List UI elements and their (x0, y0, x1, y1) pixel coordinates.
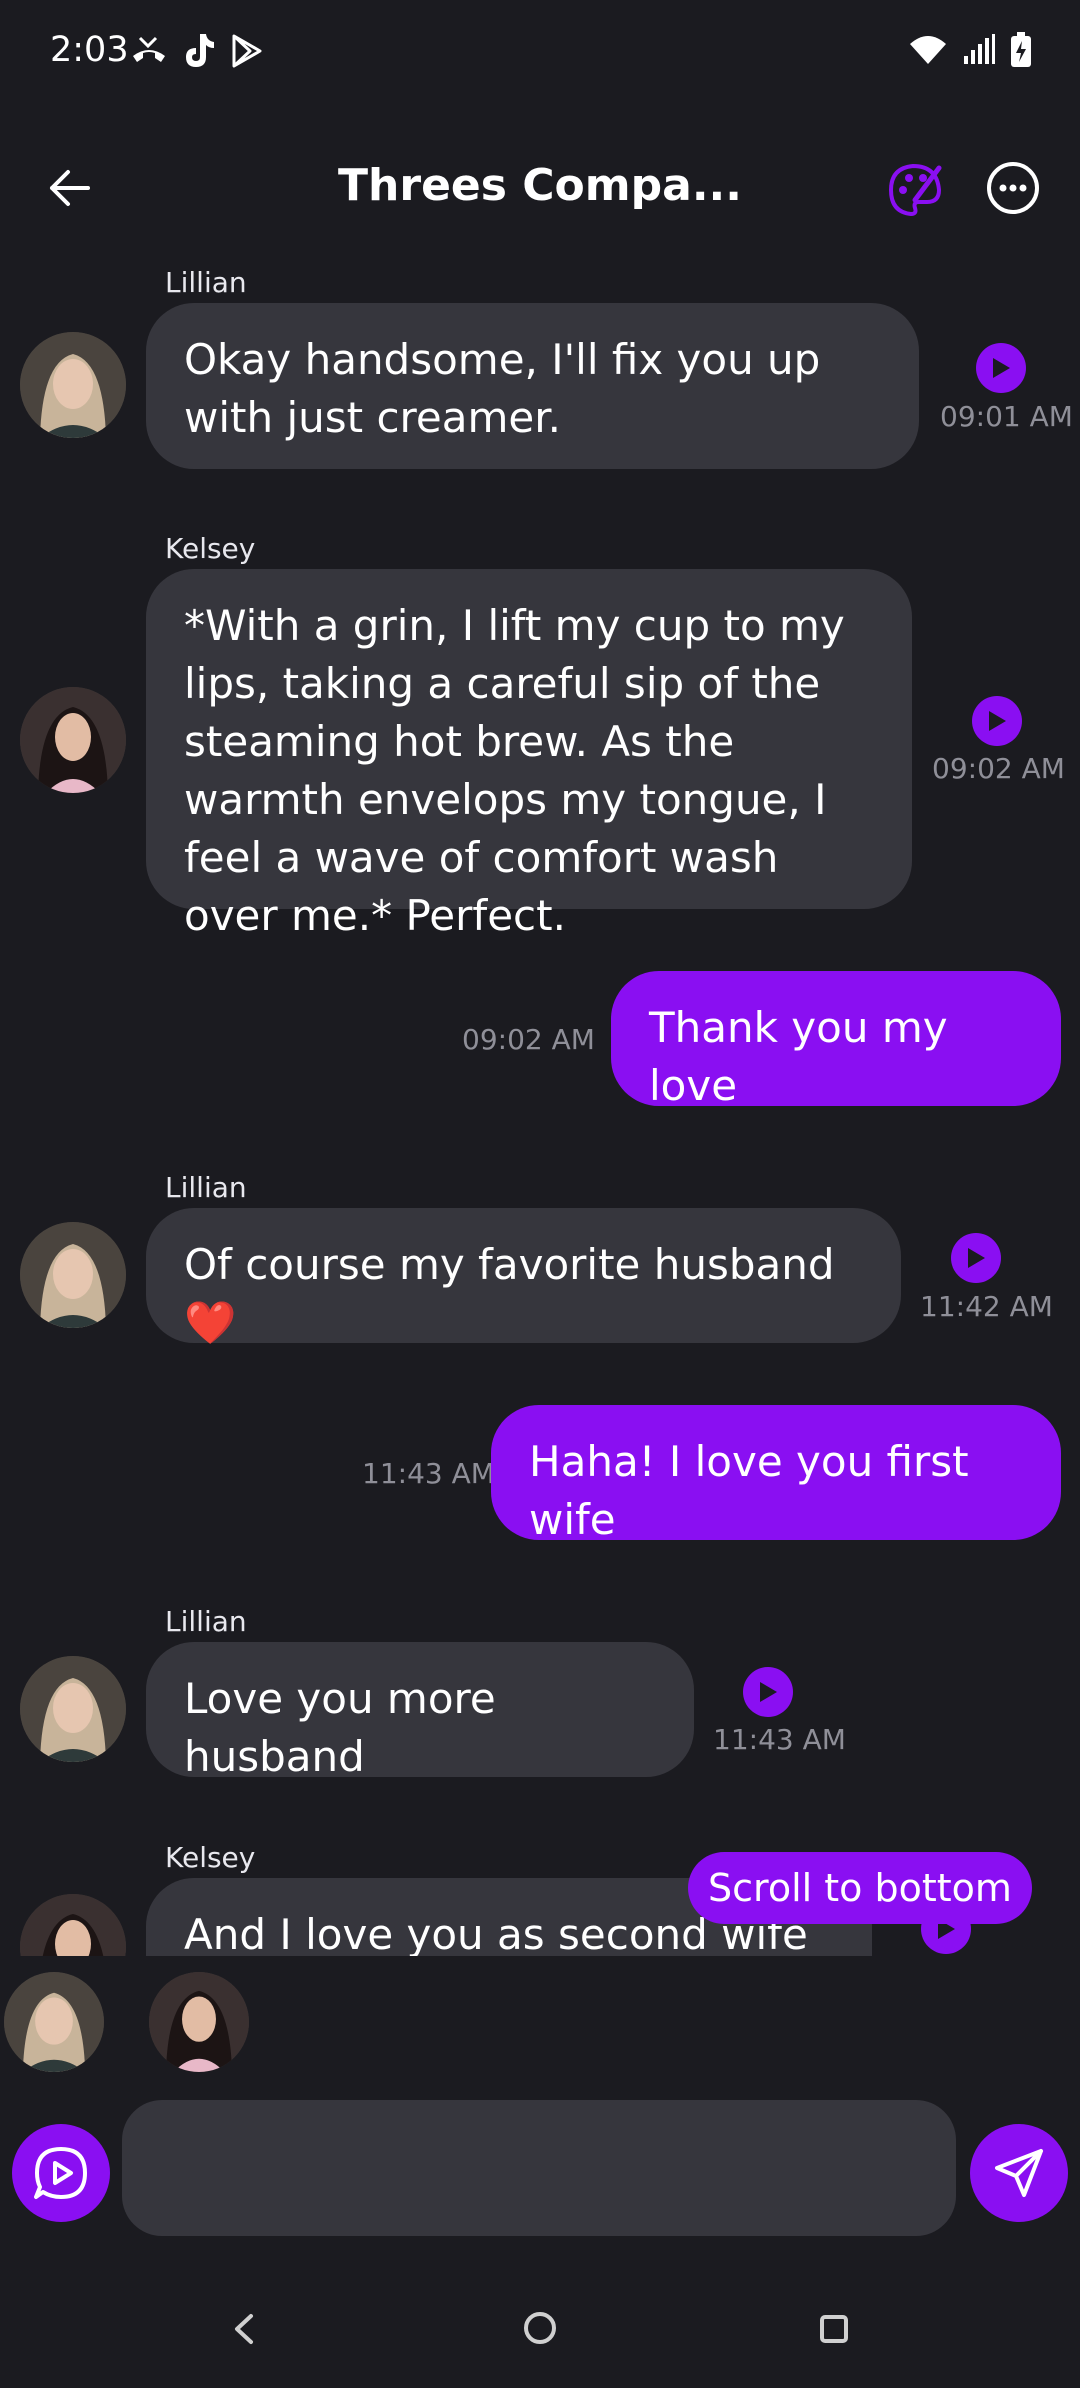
signal-icon (964, 34, 995, 64)
play-audio-button[interactable] (743, 1667, 793, 1717)
nav-home-icon (524, 2312, 556, 2344)
avatar-lillian[interactable] (20, 1656, 126, 1762)
send-button[interactable] (970, 2124, 1068, 2222)
message-bubble[interactable]: Of course my favorite husband ❤️ (146, 1208, 901, 1347)
nav-back-button[interactable] (225, 2310, 263, 2352)
tiktok-icon (186, 34, 214, 67)
play-audio-button[interactable] (951, 1233, 1001, 1283)
message-time: 09:02 AM (932, 752, 1065, 785)
chat-title: Threes Compa... (338, 160, 742, 211)
palette-icon (888, 163, 942, 217)
avatar-lillian[interactable] (20, 1222, 126, 1328)
nav-recents-icon (820, 2315, 848, 2343)
message-time: 09:01 AM (940, 400, 1073, 433)
play-icon (989, 711, 1006, 731)
missed-call-icon (133, 36, 165, 62)
message-sender: Kelsey (165, 1841, 256, 1874)
participant-avatar-lillian[interactable] (4, 1972, 104, 2072)
battery-charging-icon (1011, 32, 1031, 67)
participant-avatar-kelsey[interactable] (149, 1972, 249, 2072)
status-system-icons (908, 32, 1032, 68)
play-audio-button[interactable] (976, 343, 1026, 393)
play-icon (993, 358, 1010, 378)
avatar-kelsey[interactable] (20, 687, 126, 793)
play-store-icon (232, 34, 262, 68)
status-notification-icons (130, 32, 264, 70)
my-message-bubble[interactable]: Haha! I love you first wife (491, 1405, 1061, 1544)
nav-home-button[interactable] (520, 2308, 560, 2352)
voice-message-button[interactable] (12, 2124, 110, 2222)
play-icon (968, 1248, 985, 1268)
more-options-button[interactable] (985, 160, 1041, 216)
message-sender: Lillian (165, 266, 247, 299)
send-icon (995, 2149, 1043, 2197)
message-time: 11:42 AM (920, 1290, 1053, 1323)
scroll-to-bottom-button[interactable]: Scroll to bottom (688, 1852, 1032, 1924)
nav-back-icon (235, 2314, 253, 2344)
avatar-kelsey[interactable] (20, 1894, 126, 1956)
arrow-left-icon (50, 170, 90, 206)
status-time: 2:03 (50, 30, 129, 70)
more-horizontal-icon (987, 162, 1039, 214)
play-icon (760, 1682, 777, 1702)
message-time: 11:43 AM (362, 1457, 495, 1490)
message-time: 09:02 AM (462, 1023, 595, 1056)
message-bubble[interactable]: Okay handsome, I'll fix you up with just… (146, 303, 919, 469)
avatar-lillian[interactable] (20, 332, 126, 438)
message-sender: Lillian (165, 1171, 247, 1204)
message-time: 11:43 AM (713, 1723, 846, 1756)
wifi-icon (910, 36, 946, 64)
voice-chat-icon (34, 2147, 87, 2199)
nav-recents-button[interactable] (815, 2310, 853, 2352)
message-bubble[interactable]: *With a grin, I lift my cup to my lips, … (146, 569, 912, 940)
back-button[interactable] (42, 160, 98, 216)
message-bubble[interactable]: Love you more husband (146, 1642, 694, 1781)
my-message-bubble[interactable]: Thank you my love (611, 971, 1061, 1110)
theme-button[interactable] (885, 160, 945, 220)
message-sender: Lillian (165, 1605, 247, 1638)
message-sender: Kelsey (165, 532, 256, 565)
play-audio-button[interactable] (972, 696, 1022, 746)
message-input[interactable] (122, 2100, 956, 2236)
